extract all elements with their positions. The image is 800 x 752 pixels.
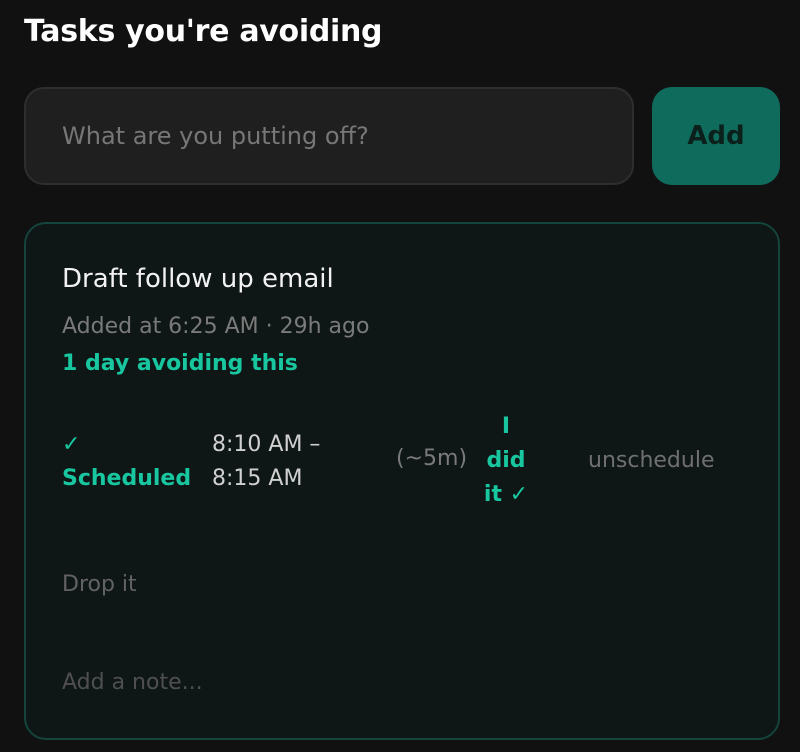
tasks-page: Tasks you're avoiding Add Draft follow u…	[0, 0, 800, 752]
task-added-meta: Added at 6:25 AM · 29h ago	[62, 314, 370, 339]
did-it-label-line1: I	[501, 414, 511, 439]
scheduled-time: 8:10 AM – 8:15 AM	[212, 428, 320, 496]
note-input[interactable]	[60, 662, 720, 702]
task-input[interactable]	[24, 87, 634, 185]
scheduled-duration: (~5m)	[396, 446, 468, 471]
did-it-label-line2: did	[486, 448, 526, 473]
task-name: Draft follow up email	[62, 264, 334, 294]
avoiding-duration: 1 day avoiding this	[62, 351, 298, 376]
page-title: Tasks you're avoiding	[24, 14, 383, 49]
did-it-label-line3: it ✓	[483, 482, 529, 507]
check-icon: ✓	[62, 432, 81, 457]
add-task-form: Add	[24, 87, 780, 187]
scheduled-end: 8:15 AM	[212, 466, 303, 491]
did-it-button[interactable]: I did it ✓	[474, 410, 538, 512]
scheduled-start: 8:10 AM –	[212, 432, 321, 457]
add-button[interactable]: Add	[652, 87, 780, 185]
scheduled-status: ✓ Scheduled	[62, 428, 191, 496]
scheduled-label: Scheduled	[62, 466, 192, 491]
task-card: Draft follow up email Added at 6:25 AM ·…	[24, 222, 780, 740]
drop-it-button[interactable]: Drop it	[62, 572, 137, 597]
unschedule-button[interactable]: unschedule	[588, 448, 714, 473]
